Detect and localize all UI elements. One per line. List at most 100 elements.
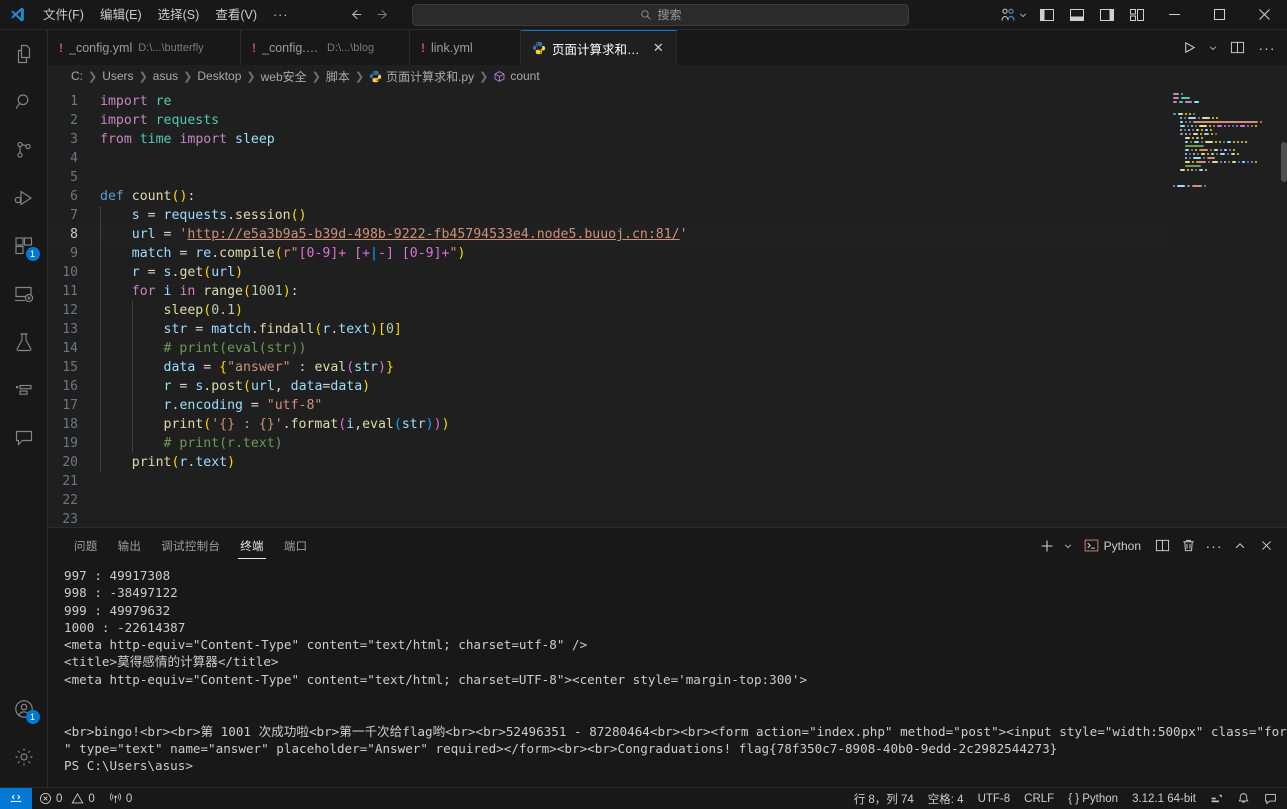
status-language-mode[interactable]: { } Python — [1061, 788, 1125, 809]
sidebar-item-todo-tree[interactable] — [0, 366, 48, 414]
toggle-primary-sidebar-icon[interactable] — [1032, 0, 1062, 30]
code-line[interactable]: 19 # print(r.text) — [48, 434, 1167, 453]
breadcrumb-item-1[interactable]: Users — [99, 69, 136, 83]
breadcrumb-item-0[interactable]: C: — [68, 69, 86, 83]
terminal-output[interactable]: 997 : 49917308998 : -38497122999 : 49979… — [48, 563, 1287, 787]
code-line[interactable]: 18 print('{} : {}'.format(i,eval(str))) — [48, 415, 1167, 434]
breadcrumb-item-6[interactable]: 页面计算求和.py — [366, 68, 477, 85]
split-editor-icon[interactable] — [1223, 34, 1251, 62]
status-notifications-bell[interactable] — [1230, 788, 1257, 809]
code-line[interactable]: 6def count(): — [48, 187, 1167, 206]
window-minimize-button[interactable] — [1152, 0, 1197, 30]
window-maximize-button[interactable] — [1197, 0, 1242, 30]
panel-tab-terminal[interactable]: 终端 — [230, 528, 274, 563]
sidebar-item-run-and-debug[interactable] — [0, 174, 48, 222]
code-line[interactable]: 11 for i in range(1001): — [48, 282, 1167, 301]
forward-arrow-icon[interactable] — [372, 4, 394, 26]
code-editor[interactable]: 1import re2import requests3from time imp… — [48, 87, 1287, 527]
code-line[interactable]: 7 s = requests.session() — [48, 206, 1167, 225]
minimap-token — [1185, 161, 1190, 163]
search-input[interactable]: 搜索 — [412, 4, 909, 26]
window-close-button[interactable] — [1242, 0, 1287, 30]
sidebar-item-search[interactable] — [0, 78, 48, 126]
sidebar-item-remote-explorer[interactable] — [0, 270, 48, 318]
code-line[interactable]: 3from time import sleep — [48, 130, 1167, 149]
status-indentation[interactable]: 空格: 4 — [921, 788, 971, 809]
code-line[interactable]: 9 match = re.compile(r"[0-9]+ [+|-] [0-9… — [48, 244, 1167, 263]
tab-link-yml[interactable]: ! link.yml ✕ — [410, 30, 521, 65]
sidebar-item-extensions[interactable]: 1 — [0, 222, 48, 270]
status-editor-layout[interactable] — [1203, 788, 1230, 809]
tab-config-blog[interactable]: ! _config.yml D:\...\blog ✕ — [241, 30, 410, 65]
back-arrow-icon[interactable] — [344, 4, 366, 26]
code-line[interactable]: 15 data = {"answer" : eval(str)} — [48, 358, 1167, 377]
new-terminal-icon[interactable] — [1034, 533, 1060, 559]
sidebar-item-chat[interactable] — [0, 414, 48, 462]
accounts-button[interactable] — [996, 7, 1032, 23]
code-line[interactable]: 17 r.encoding = "utf-8" — [48, 396, 1167, 415]
sidebar-item-explorer[interactable] — [0, 30, 48, 78]
trash-icon[interactable] — [1175, 533, 1201, 559]
minimap-slider[interactable] — [1281, 142, 1287, 182]
code-token: = — [187, 322, 211, 337]
minimap[interactable] — [1167, 87, 1287, 527]
terminal-instance-python[interactable]: Python — [1076, 535, 1149, 557]
code-line[interactable]: 10 r = s.get(url) — [48, 263, 1167, 282]
menu-selection[interactable]: 选择(S) — [150, 4, 208, 26]
close-icon[interactable]: ✕ — [651, 40, 666, 56]
code-line[interactable]: 20 print(r.text) — [48, 453, 1167, 472]
toggle-panel-icon[interactable] — [1062, 0, 1092, 30]
code-lines[interactable]: 1import re2import requests3from time imp… — [48, 87, 1167, 527]
status-problems[interactable]: 0 0 — [32, 788, 102, 809]
code-line[interactable]: 1import re — [48, 92, 1167, 111]
more-actions-icon[interactable]: ··· — [1253, 34, 1281, 62]
close-panel-icon[interactable] — [1253, 533, 1279, 559]
split-terminal-icon[interactable] — [1149, 533, 1175, 559]
code-line[interactable]: 5 — [48, 168, 1167, 187]
status-radio-tower[interactable]: 0 — [102, 788, 139, 809]
customize-layout-icon[interactable] — [1122, 0, 1152, 30]
toggle-secondary-sidebar-icon[interactable] — [1092, 0, 1122, 30]
status-cursor-position[interactable]: 行 8，列 74 — [847, 788, 921, 809]
sidebar-item-accounts[interactable]: 1 — [0, 685, 48, 733]
chevron-down-icon[interactable] — [1060, 533, 1076, 559]
sidebar-item-testing[interactable] — [0, 318, 48, 366]
status-python-interpreter[interactable]: 3.12.1 64-bit — [1125, 788, 1203, 809]
menu-more[interactable]: ··· — [265, 4, 297, 26]
run-python-file-icon[interactable] — [1175, 34, 1203, 62]
status-encoding[interactable]: UTF-8 — [971, 788, 1018, 809]
tab-page-sum-py[interactable]: 页面计算求和.py ✕ — [521, 30, 677, 65]
code-line[interactable]: 2import requests — [48, 111, 1167, 130]
remote-window-button[interactable] — [0, 788, 32, 809]
code-line[interactable]: 8 url = 'http://e5a3b9a5-b39d-498b-9222-… — [48, 225, 1167, 244]
chevron-down-icon[interactable] — [1205, 34, 1221, 62]
code-line[interactable]: 4 — [48, 149, 1167, 168]
minimap-token — [1220, 149, 1222, 151]
breadcrumb-item-7[interactable]: count — [490, 69, 542, 83]
breadcrumb-item-5[interactable]: 脚本 — [323, 68, 353, 85]
code-line[interactable]: 21 — [48, 472, 1167, 491]
code-line[interactable]: 23 — [48, 510, 1167, 527]
status-eol[interactable]: CRLF — [1017, 788, 1061, 809]
breadcrumb-item-4[interactable]: web安全 — [258, 68, 310, 85]
breadcrumb-item-3[interactable]: Desktop — [194, 69, 244, 83]
code-line[interactable]: 12 sleep(0.1) — [48, 301, 1167, 320]
panel-tab-problems[interactable]: 问题 — [64, 528, 108, 563]
sidebar-item-source-control[interactable] — [0, 126, 48, 174]
tab-config-butterfly[interactable]: ! _config.yml D:\...\butterfly ✕ — [48, 30, 241, 65]
sidebar-item-manage[interactable] — [0, 733, 48, 781]
menu-file[interactable]: 文件(F) — [35, 4, 92, 26]
panel-tab-debug-console[interactable]: 调试控制台 — [151, 528, 230, 563]
panel-tab-output[interactable]: 输出 — [108, 528, 152, 563]
menu-view[interactable]: 查看(V) — [207, 4, 265, 26]
code-line[interactable]: 16 r = s.post(url, data=data) — [48, 377, 1167, 396]
more-actions-icon[interactable]: ··· — [1201, 533, 1227, 559]
menu-edit[interactable]: 编辑(E) — [92, 4, 150, 26]
code-line[interactable]: 14 # print(eval(str)) — [48, 339, 1167, 358]
panel-tab-ports[interactable]: 端口 — [274, 528, 318, 563]
maximize-panel-icon[interactable] — [1227, 533, 1253, 559]
breadcrumb-item-2[interactable]: asus — [150, 69, 181, 83]
code-line[interactable]: 22 — [48, 491, 1167, 510]
status-feedback[interactable] — [1257, 788, 1287, 809]
code-line[interactable]: 13 str = match.findall(r.text)[0] — [48, 320, 1167, 339]
